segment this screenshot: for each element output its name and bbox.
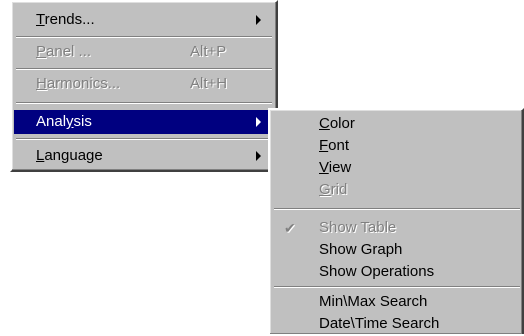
submenu-item-min-max-search[interactable]: Min\Max Search [274,290,520,314]
menu-item-harmonics[interactable]: Harmonics... Alt+H [16,72,272,96]
menu-separator [16,102,272,104]
menu-separator [16,68,272,70]
analysis-submenu: Color Font View Grid ✔ Show Table Show G… [268,108,524,334]
submenu-item-font[interactable]: Font [274,134,520,158]
menu-item-label: Language [36,147,103,164]
menu-separator [16,36,272,38]
submenu-arrow-icon [256,15,261,25]
checkmark-icon: ✔ [284,220,296,236]
submenu-arrow-icon [256,151,261,161]
menu-separator [16,138,272,140]
submenu-arrow-icon [256,117,261,127]
menu-item-label: Analysis [36,113,92,130]
menu-item-trends[interactable]: Trends... [16,8,272,32]
menu-item-label: View [319,159,352,176]
menu-item-label: Min\Max Search [319,293,428,310]
submenu-item-color[interactable]: Color [274,112,520,136]
submenu-item-grid[interactable]: Grid [274,178,520,202]
menu-item-shortcut: Alt+P [190,43,227,60]
menu-item-label: Date\Time Search [319,315,440,332]
submenu-item-show-operations[interactable]: Show Operations [274,260,520,284]
menu-item-analysis[interactable]: Analysis [14,110,274,134]
menu-item-panel[interactable]: Panel ... Alt+P [16,40,272,64]
menu-separator [274,286,520,288]
menu-item-label: Grid [319,181,348,198]
menu-item-label: Harmonics... [36,75,121,92]
menu-separator [274,208,520,210]
menu-item-label: Trends... [36,11,95,28]
menu-item-label: Show Operations [319,263,435,280]
submenu-item-show-graph[interactable]: Show Graph [274,238,520,262]
menu-item-shortcut: Alt+H [190,75,228,92]
submenu-item-date-time-search[interactable]: Date\Time Search [274,312,520,336]
menu-item-label: Show Table [319,219,397,236]
menu-item-label: Panel ... [36,43,92,60]
menu-item-language[interactable]: Language [16,144,272,168]
main-context-menu: Trends... Panel ... Alt+P Harmonics... A… [10,0,278,172]
submenu-item-show-table[interactable]: ✔ Show Table [274,216,520,240]
menu-item-label: Font [319,137,350,154]
submenu-item-view[interactable]: View [274,156,520,180]
menu-item-label: Color [319,115,355,132]
menu-item-label: Show Graph [319,241,403,258]
